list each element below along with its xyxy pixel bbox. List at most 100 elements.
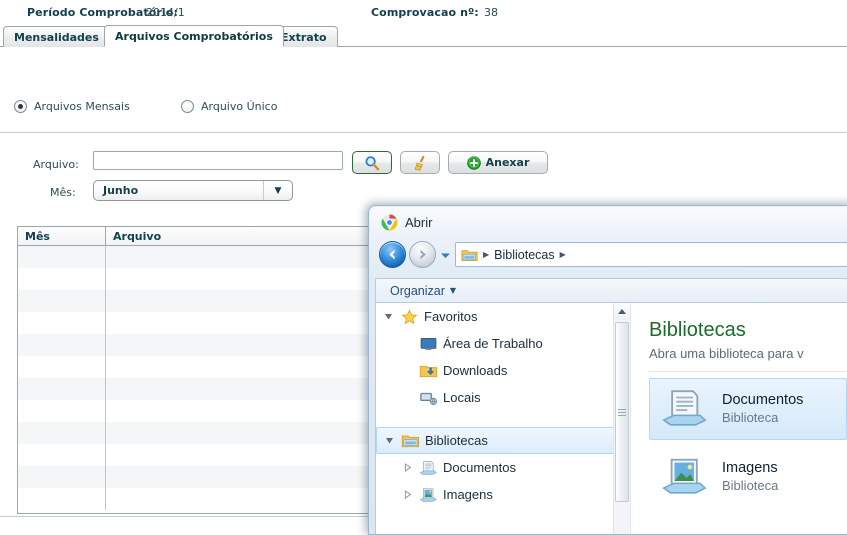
libraries-subtitle: Abra uma biblioteca para v (649, 346, 804, 361)
navigation-scrollbar[interactable] (613, 303, 630, 534)
abrir-file-dialog[interactable]: Abrir ▶ Bibliotecas ▶ Organizar ▼ Favori… (368, 205, 847, 535)
table-row[interactable] (18, 312, 371, 334)
tree-item-downloads[interactable]: Downloads (376, 357, 630, 384)
breadcrumb[interactable]: ▶ Bibliotecas ▶ (455, 242, 847, 267)
tree-item-icon (419, 487, 438, 503)
radio-button-icon[interactable] (14, 100, 27, 113)
tree-item-favoritos[interactable]: Favoritos (376, 303, 630, 330)
cell-mes (18, 246, 106, 268)
cell-arquivo (106, 422, 371, 444)
page-header: Período Comprobatório: 2014/1 Comprovaca… (0, 0, 847, 24)
cell-arquivo (106, 268, 371, 290)
cell-arquivo (106, 444, 371, 466)
table-row[interactable] (18, 334, 371, 356)
cell-arquivo (106, 290, 371, 312)
tree-item-label: Documentos (443, 460, 516, 475)
library-item-name: Documentos (722, 392, 804, 409)
radio-arquivo-unico-label: Arquivo Único (201, 100, 278, 113)
tree-item-locais[interactable]: Locais (376, 384, 630, 411)
pictures-library-icon (660, 455, 710, 500)
table-row[interactable] (18, 378, 371, 400)
tab-bar: Mensalidades Arquivos Comprobatórios Ext… (0, 25, 847, 47)
table-row[interactable] (18, 290, 371, 312)
recent-pages-button[interactable] (439, 251, 451, 261)
table-header-row: Mês Arquivo (18, 226, 371, 246)
cell-arquivo (106, 488, 371, 510)
arquivo-input[interactable] (93, 151, 343, 170)
scrollbar-thumb[interactable] (615, 322, 629, 502)
table-row[interactable] (18, 422, 371, 444)
periodo-value: 2014/1 (146, 6, 185, 19)
network-places-icon (420, 392, 438, 405)
dialog-toolbar: Organizar ▼ (375, 278, 847, 302)
tree-item-bibliotecas[interactable]: Bibliotecas (376, 427, 630, 454)
chrome-icon (381, 214, 398, 231)
scroll-up-arrow-icon[interactable] (614, 303, 630, 320)
comprovacao-value: 38 (484, 6, 498, 19)
tree-item-icon (419, 460, 438, 476)
dialog-nav-bar: ▶ Bibliotecas ▶ (369, 238, 847, 272)
radio-arquivos-mensais[interactable]: Arquivos Mensais (14, 100, 130, 113)
anexar-label: Anexar (485, 156, 530, 169)
twisty-collapsed-icon[interactable] (401, 463, 414, 472)
forward-button[interactable] (409, 241, 436, 268)
cell-arquivo (106, 312, 371, 334)
mes-selected-value: Junho (103, 184, 139, 197)
library-item[interactable]: Documentos Biblioteca (649, 378, 847, 440)
table-row[interactable] (18, 400, 371, 422)
tree-item-icon (400, 308, 419, 325)
downloads-folder-icon (419, 365, 438, 377)
organizar-button[interactable]: Organizar ▼ (382, 281, 464, 301)
tree-item-documentos[interactable]: Documentos (376, 454, 630, 481)
library-item-text: Documentos Biblioteca (722, 391, 803, 426)
radio-arquivo-unico[interactable]: Arquivo Único (181, 100, 277, 113)
twisty-expanded-icon[interactable] (383, 436, 396, 445)
breadcrumb-separator: ▶ (483, 250, 490, 259)
cell-mes (18, 422, 106, 444)
twisty-expanded-icon[interactable] (382, 312, 395, 321)
breadcrumb-separator-2[interactable]: ▶ (560, 250, 566, 259)
table-row[interactable] (18, 444, 371, 466)
scroll-grip-icon (618, 407, 626, 418)
tree-item-label: Downloads (443, 363, 508, 378)
mes-select[interactable]: Junho ▼ (93, 180, 293, 201)
table-row[interactable] (18, 466, 371, 488)
cell-arquivo (106, 400, 371, 422)
navigation-pane: Favoritos Área de Trabalho Downloads Locais… (376, 303, 630, 534)
dialog-title-bar[interactable]: Abrir (369, 206, 847, 238)
clear-button[interactable] (400, 151, 440, 174)
anexar-button[interactable]: Anexar (448, 151, 548, 174)
back-button[interactable] (379, 241, 406, 268)
table-row[interactable] (18, 356, 371, 378)
star-icon (401, 308, 418, 324)
cell-arquivo (106, 334, 371, 356)
breadcrumb-bibliotecas[interactable]: Bibliotecas (494, 248, 554, 262)
content-pane: Bibliotecas Abra uma biblioteca para v D… (631, 303, 847, 534)
chevron-down-icon[interactable]: ▼ (264, 186, 292, 196)
tree-item-imagens[interactable]: Imagens (376, 481, 630, 508)
organizar-label: Organizar (390, 283, 445, 298)
twisty-collapsed-icon[interactable] (401, 490, 414, 499)
cell-mes (18, 312, 106, 334)
chevron-down-icon: ▼ (449, 286, 457, 295)
tree-item-icon (419, 363, 438, 379)
table-row[interactable] (18, 246, 371, 268)
tab-mensalidades[interactable]: Mensalidades (3, 26, 110, 47)
search-button[interactable] (352, 151, 392, 174)
tree-item-label: Favoritos (424, 309, 478, 324)
table-row[interactable] (18, 488, 371, 510)
tree-item-label: Bibliotecas (425, 433, 488, 448)
cell-arquivo (106, 378, 371, 400)
table-row[interactable] (18, 268, 371, 290)
library-item[interactable]: Imagens Biblioteca (649, 446, 847, 508)
column-header-mes[interactable]: Mês (18, 227, 106, 245)
library-item-name: Imagens (722, 460, 778, 477)
tree-item-rea-de-trabalho[interactable]: Área de Trabalho (376, 330, 630, 357)
documents-library-icon (419, 460, 437, 475)
radio-button-icon[interactable] (181, 100, 194, 113)
column-header-arquivo[interactable]: Arquivo (106, 227, 371, 245)
radio-arquivos-mensais-label: Arquivos Mensais (34, 100, 130, 113)
tab-arquivos-comprobatorios[interactable]: Arquivos Comprobatórios (104, 25, 284, 47)
comprovacao-label: Comprovacao nº: (371, 6, 479, 19)
library-folder-icon (401, 435, 419, 447)
